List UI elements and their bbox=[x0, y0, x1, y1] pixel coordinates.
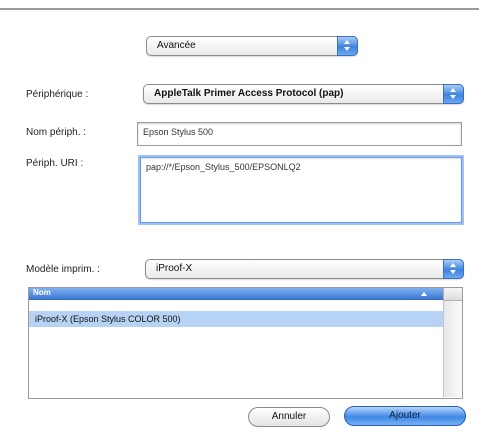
device-uri-value: pap://*/Epson_Stylus_500/EPSONLQ2 bbox=[146, 162, 301, 172]
popup-arrows-icon bbox=[337, 36, 358, 56]
device-name-value: Epson Stylus 500 bbox=[143, 127, 214, 137]
cancel-button[interactable]: Annuler bbox=[248, 407, 330, 427]
device-popup[interactable]: AppleTalk Primer Access Protocol (pap) bbox=[143, 84, 464, 104]
device-name-field[interactable]: Epson Stylus 500 bbox=[137, 122, 462, 146]
column-header-name[interactable]: Nom bbox=[29, 288, 443, 300]
add-button[interactable]: Ajouter bbox=[344, 406, 466, 426]
mode-popup[interactable]: Avancée bbox=[146, 36, 358, 56]
popup-arrows-icon bbox=[443, 259, 464, 279]
device-uri-field[interactable]: pap://*/Epson_Stylus_500/EPSONLQ2 bbox=[140, 157, 462, 223]
list-scrollbar[interactable] bbox=[443, 301, 462, 397]
list-corner bbox=[443, 288, 462, 301]
column-header-label: Nom bbox=[33, 288, 51, 297]
sort-arrow-icon bbox=[421, 292, 427, 296]
popup-arrows-icon bbox=[443, 84, 464, 104]
model-popup-value: iProof-X bbox=[156, 263, 193, 274]
window-top-border bbox=[0, 8, 479, 10]
device-uri-label: Périph. URI : bbox=[26, 158, 84, 169]
device-popup-value: AppleTalk Primer Access Protocol (pap) bbox=[154, 88, 344, 99]
model-list[interactable]: Nom iProof-X (Epson Stylus COLOR 500) bbox=[28, 287, 463, 399]
device-name-label: Nom périph. : bbox=[26, 127, 87, 138]
model-label: Modèle imprim. : bbox=[26, 264, 100, 275]
list-item[interactable]: iProof-X (Epson Stylus COLOR 500) bbox=[29, 311, 443, 327]
model-popup[interactable]: iProof-X bbox=[145, 259, 464, 279]
device-label: Périphérique : bbox=[26, 89, 89, 100]
mode-popup-value: Avancée bbox=[157, 40, 196, 51]
list-item-label: iProof-X (Epson Stylus COLOR 500) bbox=[35, 314, 181, 324]
